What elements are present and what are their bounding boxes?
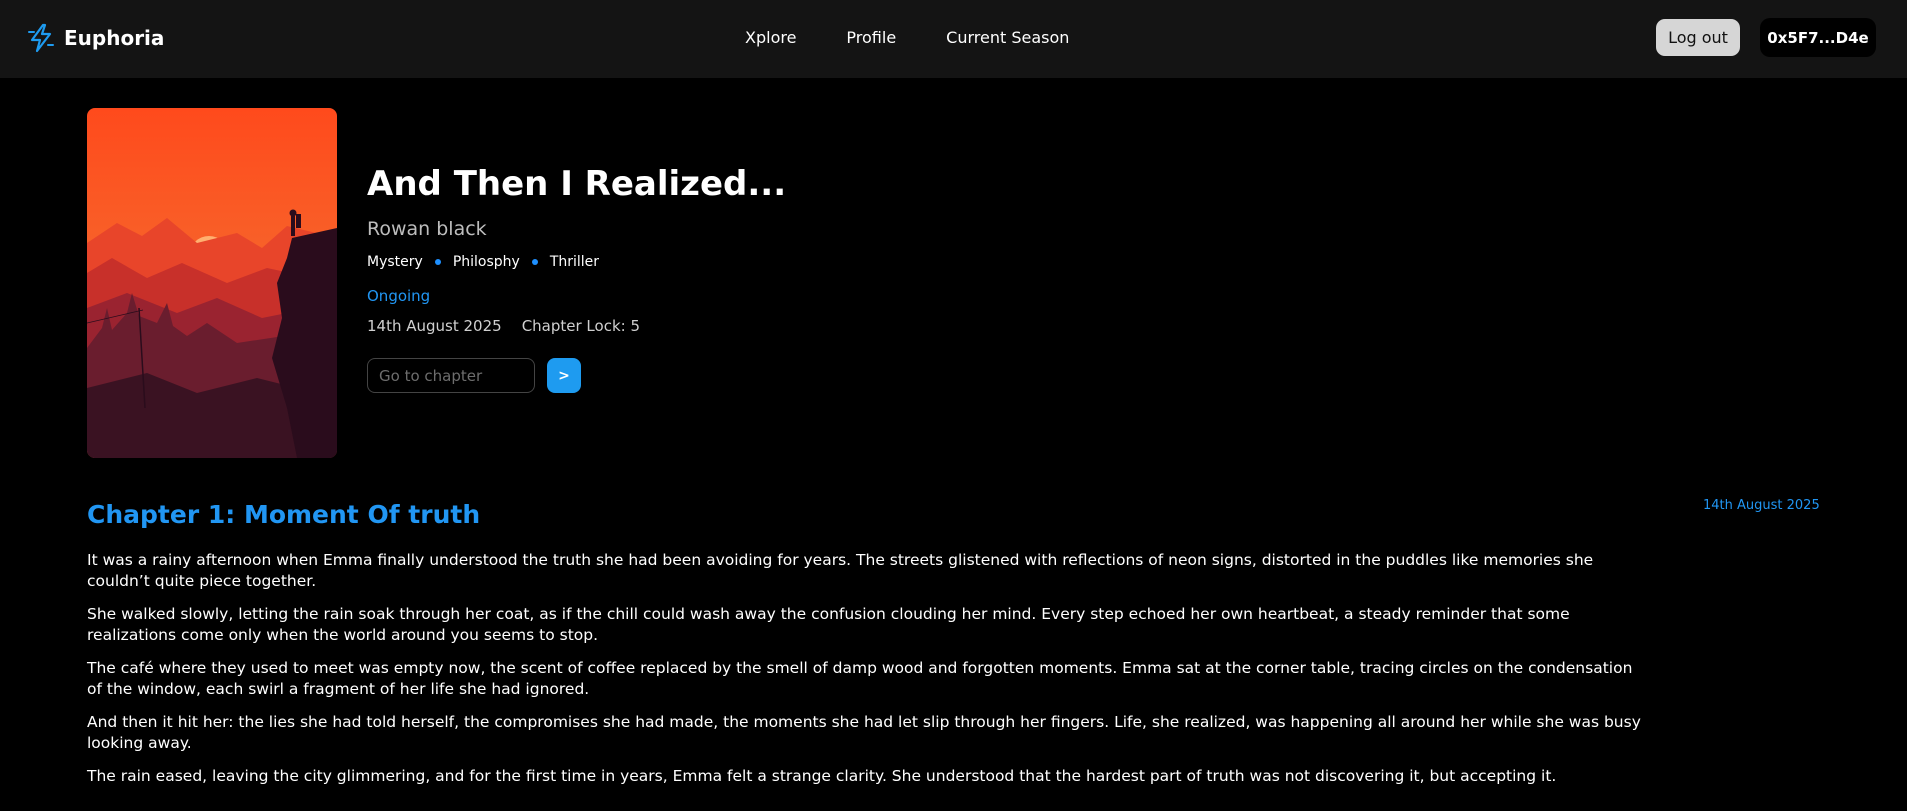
chapter-title: Chapter 1: Moment Of truth	[87, 500, 481, 529]
genre-tag-mystery[interactable]: Mystery	[367, 254, 423, 270]
logout-button[interactable]: Log out	[1656, 19, 1740, 56]
genre-tag-philosophy[interactable]: Philosphy	[453, 254, 520, 270]
book-cover-image	[87, 108, 337, 458]
separator-dot-icon	[434, 259, 441, 265]
chapter-body: It was a rainy afternoon when Emma final…	[87, 550, 1647, 799]
status-badge: Ongoing	[367, 287, 431, 305]
chapter-paragraph: And then it hit her: the lies she had to…	[87, 713, 1641, 752]
book-title: And Then I Realized...	[367, 164, 787, 204]
separator-dot-icon	[531, 259, 538, 265]
genre-tag-thriller[interactable]: Thriller	[550, 254, 599, 270]
book-author[interactable]: Rowan black	[367, 216, 487, 242]
nav-item-xplore[interactable]: Xplore	[745, 26, 796, 50]
go-to-chapter-input[interactable]	[367, 358, 535, 393]
wallet-address-button[interactable]: 0x5F7...D4e	[1760, 18, 1876, 57]
chapter-paragraph: It was a rainy afternoon when Emma final…	[87, 551, 1594, 590]
go-to-chapter-button[interactable]: >	[547, 358, 581, 393]
genre-tags: Mystery Philosphy Thriller	[367, 254, 599, 270]
chapter-lock: Chapter Lock: 5	[521, 317, 640, 335]
brand-logo[interactable]: Euphoria	[26, 22, 164, 54]
lightning-bolt-icon	[28, 23, 54, 53]
chapter-paragraph: The café where they used to meet was emp…	[87, 659, 1633, 698]
nav-item-current-season[interactable]: Current Season	[946, 26, 1069, 50]
brand-name: Euphoria	[64, 26, 165, 50]
chapter-paragraph: She walked slowly, letting the rain soak…	[87, 605, 1570, 644]
chapter-date: 14th August 2025	[1703, 498, 1820, 513]
chapter-paragraph: The rain eased, leaving the city glimmer…	[87, 767, 1557, 785]
publish-date: 14th August 2025	[367, 317, 502, 335]
nav-item-profile[interactable]: Profile	[846, 26, 896, 50]
top-navigation-bar: Euphoria Xplore Profile Current Season L…	[0, 0, 1907, 78]
main-nav: Xplore Profile Current Season	[745, 26, 1119, 50]
book-meta: 14th August 2025 Chapter Lock: 5	[367, 317, 640, 335]
